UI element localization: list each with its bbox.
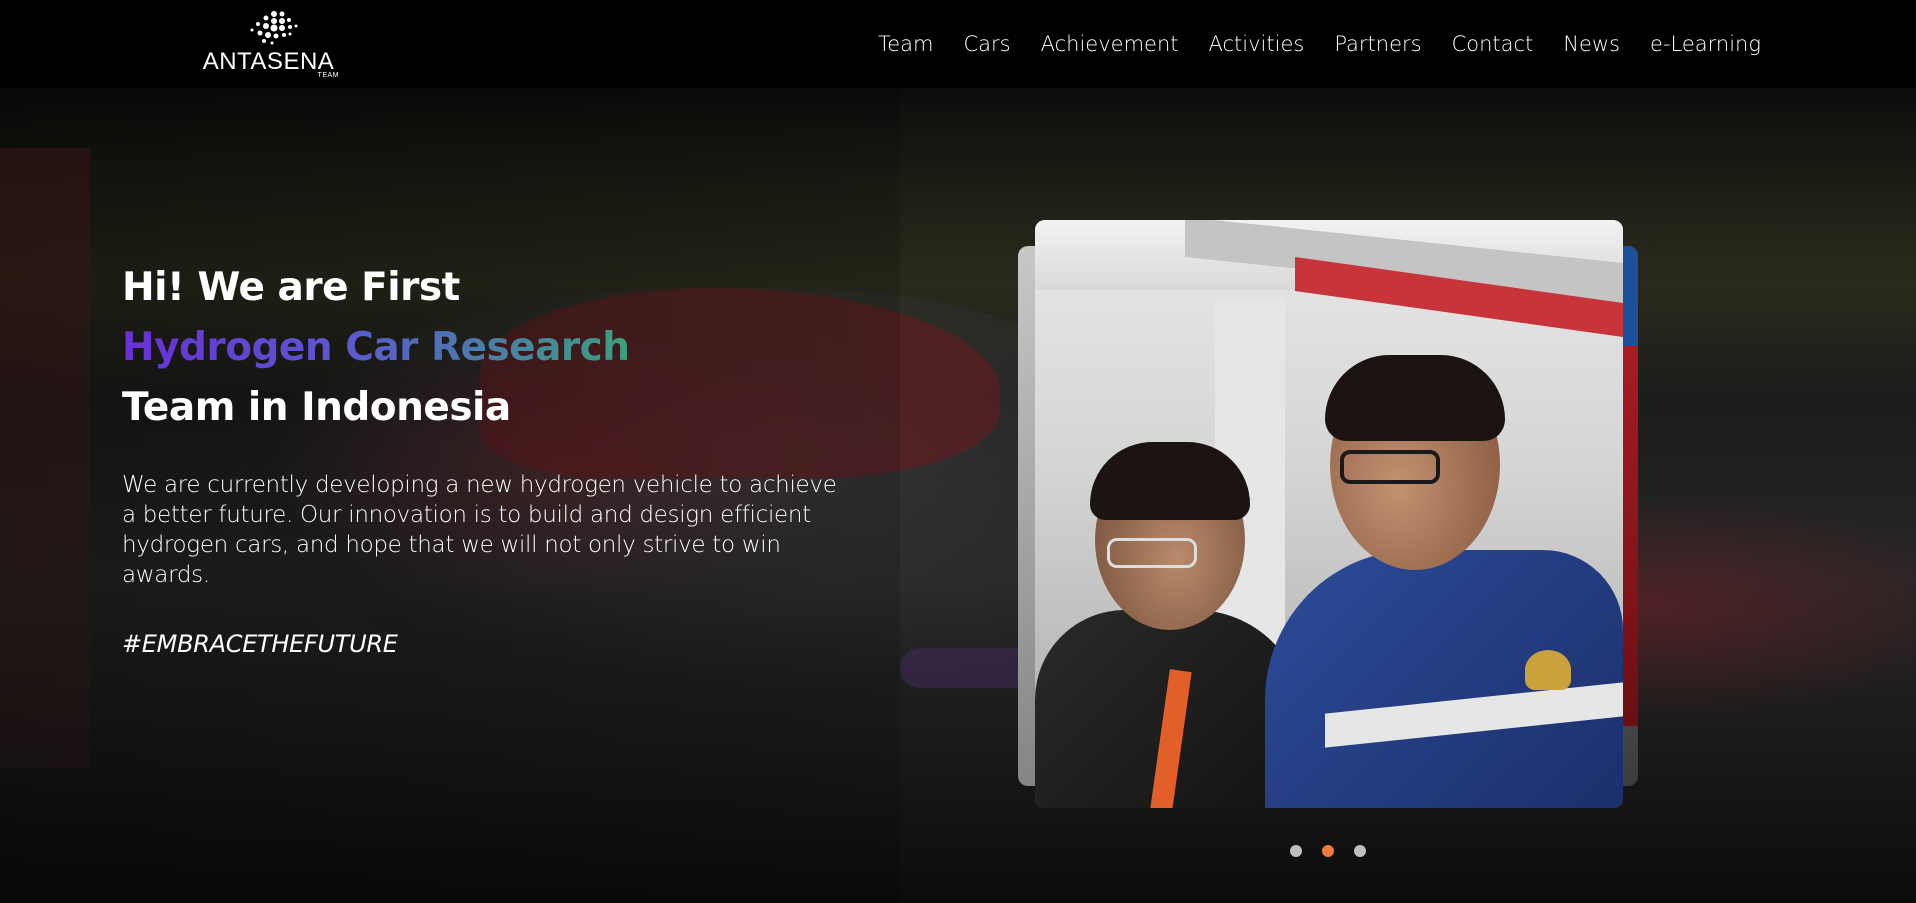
headline-line-3: Team in Indonesia bbox=[122, 385, 511, 430]
carousel-slide-active[interactable] bbox=[1035, 220, 1623, 808]
logo-sub-text: TEAM bbox=[317, 72, 339, 79]
hero-hashtag: #EMBRACETHEFUTURE bbox=[122, 630, 398, 658]
headline-line-1: Hi! We are First bbox=[122, 265, 460, 310]
logo-dots-icon bbox=[250, 11, 298, 45]
antasena-logo[interactable]: ANTASENA TEAM bbox=[196, 8, 341, 80]
nav-link-partners[interactable]: Partners bbox=[1334, 28, 1421, 60]
hero-headline: Hi! We are First Hydrogen Car Research T… bbox=[122, 258, 630, 438]
hero-description: We are currently developing a new hydrog… bbox=[122, 472, 837, 588]
nav-link-activities[interactable]: Activities bbox=[1209, 28, 1305, 60]
photo-person-2-hair bbox=[1325, 355, 1505, 441]
nav-link-contact[interactable]: Contact bbox=[1452, 28, 1534, 60]
navbar: ANTASENA TEAM Team Cars Achievement Acti… bbox=[0, 0, 1916, 88]
nav-link-achievement[interactable]: Achievement bbox=[1041, 28, 1179, 60]
nav-link-elearning[interactable]: e-Learning bbox=[1650, 28, 1761, 60]
photo-person-2-emblem bbox=[1525, 650, 1571, 690]
photo-person-1-glasses bbox=[1107, 538, 1197, 568]
nav-link-news[interactable]: News bbox=[1563, 28, 1620, 60]
nav-link-cars[interactable]: Cars bbox=[964, 28, 1011, 60]
main-nav: Team Cars Achievement Activities Partner… bbox=[878, 28, 1791, 60]
nav-link-team[interactable]: Team bbox=[878, 28, 934, 60]
carousel-dot-1[interactable] bbox=[1290, 845, 1302, 857]
photo-person-2-glasses bbox=[1340, 450, 1440, 484]
carousel-pagination bbox=[1290, 845, 1366, 857]
carousel-dot-2[interactable] bbox=[1322, 845, 1334, 857]
carousel-dot-3[interactable] bbox=[1354, 845, 1366, 857]
headline-line-2: Hydrogen Car Research bbox=[122, 318, 630, 378]
